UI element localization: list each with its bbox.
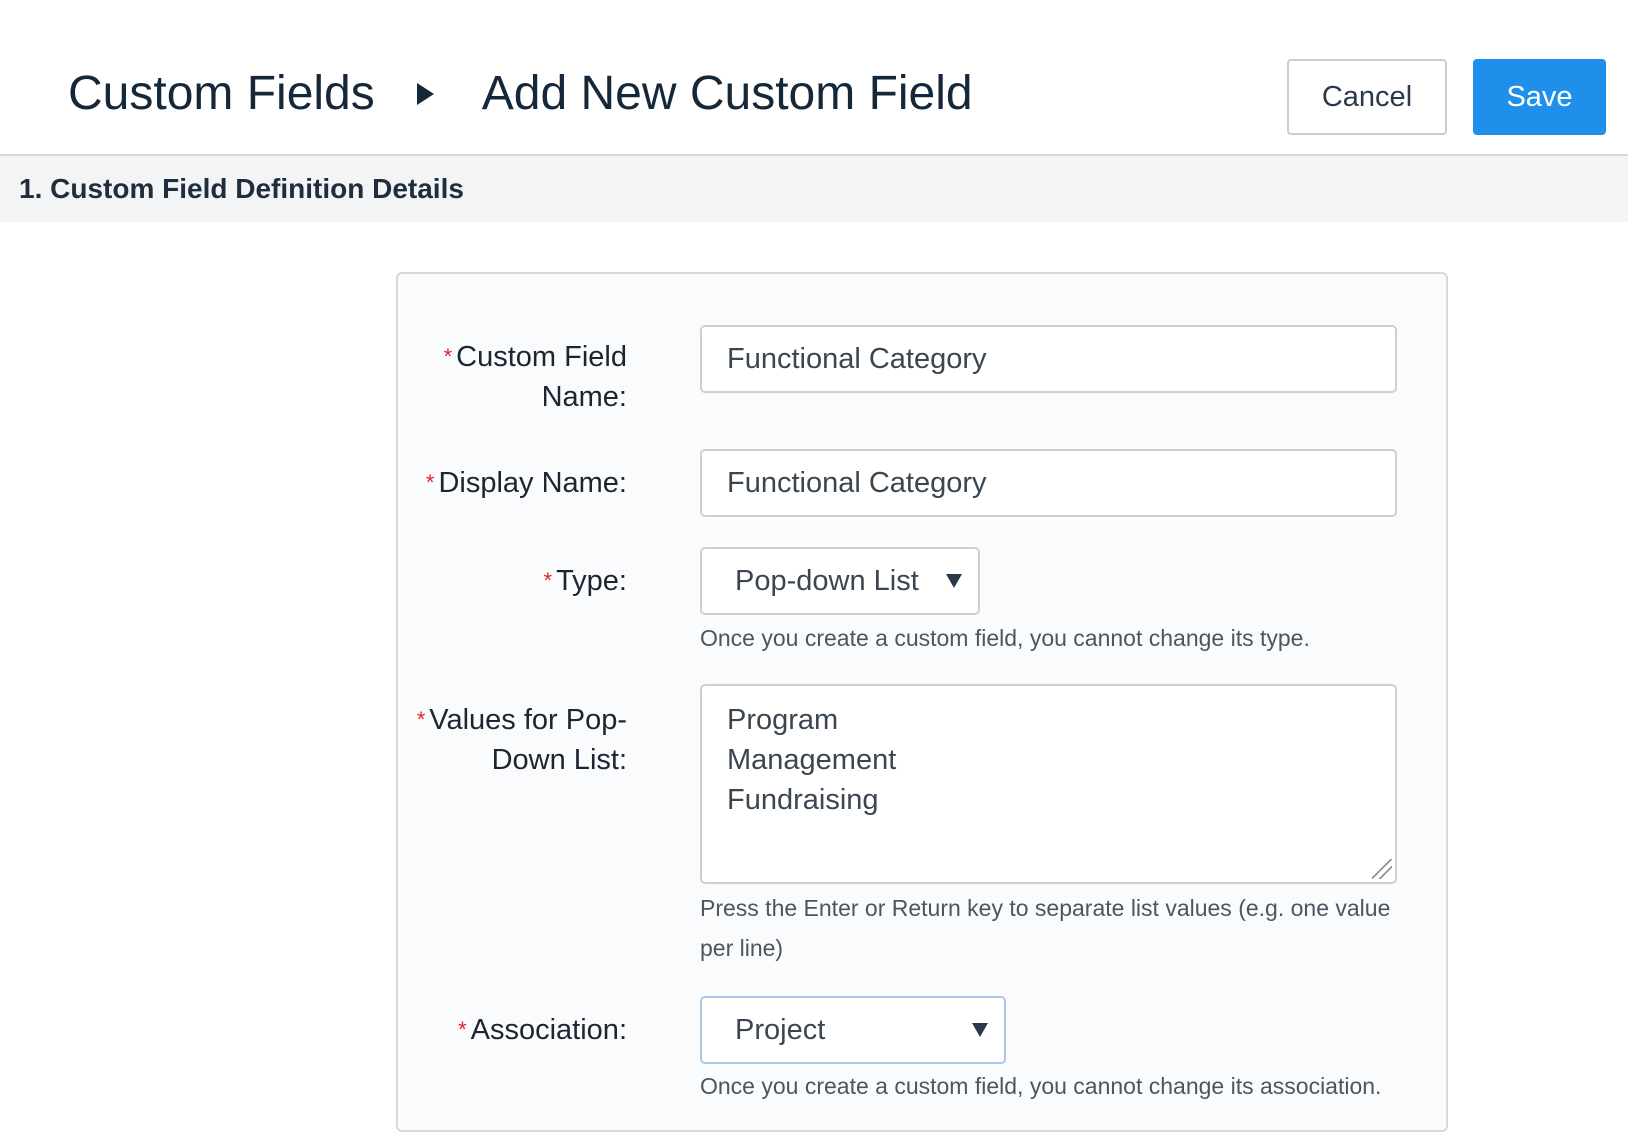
breadcrumb-parent-link[interactable]: Custom Fields	[68, 64, 375, 124]
help-line: Press the Enter or Return key to separat…	[700, 895, 1391, 921]
dropdown-arrow-icon	[946, 574, 962, 588]
page-header: Custom Fields Add New Custom Field Cance…	[0, 0, 1628, 156]
label-text: Values for Pop-	[429, 704, 627, 736]
required-marker: *	[443, 344, 453, 369]
label-text: Down List:	[491, 744, 627, 776]
display-name-input[interactable]: Functional Category	[700, 449, 1397, 517]
label-text: Name:	[541, 381, 627, 413]
type-select[interactable]: Pop-down List	[700, 547, 980, 615]
resize-handle-icon[interactable]	[1372, 859, 1392, 879]
association-label: * Association:	[458, 1010, 627, 1050]
association-help-text: Once you create a custom field, you cann…	[700, 1073, 1382, 1099]
required-marker: *	[416, 707, 426, 732]
values-textarea[interactable]: Program Management Fundraising	[700, 684, 1397, 884]
required-marker: *	[458, 1017, 467, 1042]
required-marker: *	[543, 568, 553, 593]
page-title: Add New Custom Field	[481, 67, 973, 120]
label-text: Custom Field	[456, 341, 627, 373]
values-help-text: Press the Enter or Return key to separat…	[700, 888, 1390, 968]
select-value: Project	[735, 1013, 826, 1046]
type-label: * Type:	[544, 561, 628, 601]
select-value: Pop-down List	[735, 564, 919, 597]
type-help-text: Once you create a custom field, you cann…	[700, 625, 1310, 651]
display-name-label: * Display Name:	[426, 463, 627, 503]
required-marker: *	[425, 470, 435, 495]
list-value: Fundraising	[727, 784, 879, 816]
association-select[interactable]: Project	[700, 996, 1006, 1064]
cancel-button[interactable]: Cancel	[1287, 59, 1447, 135]
custom-field-name-input[interactable]: Functional Category	[700, 325, 1397, 393]
section-title: 1. Custom Field Definition Details	[19, 173, 464, 204]
dropdown-arrow-icon	[972, 1023, 988, 1037]
input-value: Functional Category	[727, 342, 987, 375]
breadcrumb: Custom Fields Add New Custom Field	[68, 64, 973, 124]
help-line: per line)	[700, 935, 784, 961]
save-button[interactable]: Save	[1473, 59, 1606, 135]
input-value: Functional Category	[727, 466, 987, 499]
custom-field-name-label: * Custom Field Name:	[444, 337, 627, 417]
list-value: Program	[727, 704, 839, 736]
values-label: * Values for Pop- Down List:	[417, 700, 627, 780]
label-text: Type:	[556, 565, 627, 597]
label-text: Display Name:	[438, 467, 627, 499]
label-text: Association:	[470, 1014, 627, 1046]
section-header: 1. Custom Field Definition Details	[0, 156, 1628, 222]
list-value: Management	[727, 744, 897, 776]
breadcrumb-arrow-icon	[416, 83, 434, 105]
